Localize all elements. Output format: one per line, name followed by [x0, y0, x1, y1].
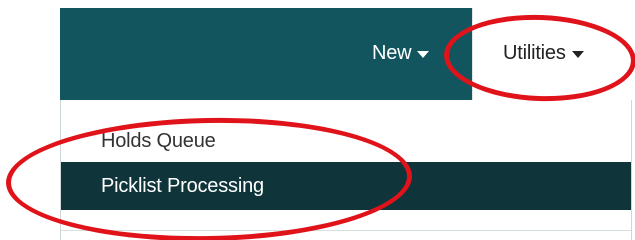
new-menu-label: New: [372, 42, 412, 64]
chevron-down-icon: [417, 51, 430, 58]
utilities-menu-label: Utilities: [503, 42, 566, 64]
menu-divider: [61, 230, 631, 231]
menu-item-holds-queue[interactable]: Holds Queue: [61, 126, 631, 156]
screenshot-stage: New Utilities Holds Queue Picklist Proce…: [0, 0, 635, 240]
utilities-menu-button[interactable]: Utilities: [472, 8, 632, 100]
menu-item-picklist-processing[interactable]: Picklist Processing: [61, 162, 631, 210]
chevron-down-icon: [571, 51, 584, 58]
utilities-dropdown-menu: Holds Queue Picklist Processing: [60, 100, 632, 240]
new-menu-button[interactable]: New: [372, 42, 430, 65]
